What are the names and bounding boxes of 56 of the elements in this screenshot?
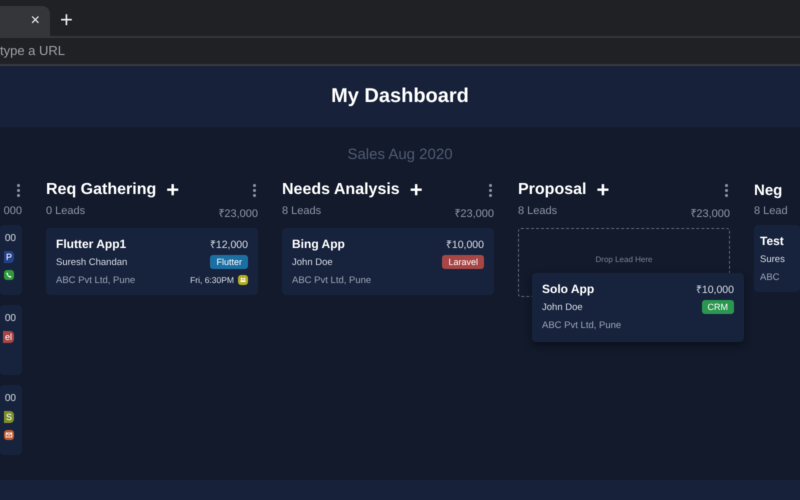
lead-count: 8 Lead bbox=[754, 205, 788, 217]
column-title: Needs Analysis bbox=[282, 181, 400, 199]
dashboard-title: My Dashboard bbox=[331, 85, 469, 108]
card-amount: 00 bbox=[4, 393, 16, 404]
card-amount: ₹10,000 bbox=[446, 238, 484, 251]
card-title: Test bbox=[760, 234, 784, 248]
lead-card[interactable]: Flutter App1 ₹12,000 Suresh Chandan Flutter ABC Pvt Ltd, Pune Fri, 6:30PM bbox=[46, 228, 258, 295]
contact-name: John Doe bbox=[292, 256, 333, 268]
dragged-card-overlay[interactable]: Solo App ₹10,000 John Doe CRM ABC Pvt Ltd, Pune bbox=[532, 273, 744, 342]
card-title: Bing App bbox=[292, 237, 345, 251]
company-name: ABC Pvt Ltd, Pune bbox=[56, 274, 136, 286]
lead-card[interactable]: 00 el bbox=[0, 305, 22, 375]
tag-badge: Flutter bbox=[210, 255, 248, 269]
contact-name: Sures bbox=[760, 254, 785, 264]
menu-icon[interactable] bbox=[487, 184, 494, 196]
column-title: Neg bbox=[754, 182, 782, 198]
address-field[interactable]: type a URL bbox=[0, 38, 800, 64]
tag-badge: P bbox=[4, 251, 14, 263]
add-button[interactable]: + bbox=[408, 179, 425, 201]
card-amount: 00 bbox=[4, 233, 16, 244]
tag-badge: el bbox=[2, 331, 14, 343]
add-button[interactable]: + bbox=[164, 179, 182, 201]
column-total: ₹23,000 bbox=[690, 207, 730, 220]
lead-card[interactable]: 00 S bbox=[0, 385, 22, 455]
card-amount: 00 bbox=[4, 313, 16, 324]
menu-icon[interactable] bbox=[723, 184, 730, 196]
card-title: Flutter App1 bbox=[56, 237, 126, 251]
browser-tab[interactable]: × bbox=[0, 6, 50, 36]
column-title: Req Gathering bbox=[46, 181, 156, 199]
lead-count: 8 Leads bbox=[518, 205, 558, 219]
contact-name: Suresh Chandan bbox=[56, 256, 128, 268]
menu-icon[interactable] bbox=[15, 184, 22, 196]
column-total: ₹23,000 bbox=[454, 207, 494, 220]
card-amount: ₹12,000 bbox=[210, 238, 248, 251]
company-name: ABC bbox=[760, 272, 780, 282]
contact-name: John Doe bbox=[542, 302, 583, 312]
lead-card[interactable]: Test Sures ABC bbox=[754, 225, 800, 292]
tag-badge: Laravel bbox=[442, 255, 484, 269]
add-button[interactable]: + bbox=[594, 179, 612, 201]
tag-badge: S bbox=[4, 411, 14, 423]
column-total: 000 bbox=[4, 205, 22, 217]
new-tab-button[interactable]: + bbox=[56, 9, 77, 31]
lead-card[interactable]: 00 P bbox=[0, 225, 22, 295]
drop-hint: Drop Lead Here bbox=[596, 255, 652, 266]
column-title: Proposal bbox=[518, 181, 586, 199]
company-name: ABC Pvt Ltd, Pune bbox=[292, 274, 372, 286]
company-name: ABC Pvt Ltd, Pune bbox=[542, 320, 622, 330]
meeting-time: Fri, 6:30PM bbox=[190, 275, 234, 285]
lead-count: 0 Leads bbox=[46, 205, 86, 219]
lead-count: 8 Leads bbox=[282, 205, 322, 219]
board-subtitle: Sales Aug 2020 bbox=[346, 146, 454, 163]
lead-card[interactable]: Bing App ₹10,000 John Doe Laravel ABC Pvt Ltd, Pune bbox=[282, 228, 494, 295]
menu-icon[interactable] bbox=[251, 184, 258, 196]
card-title: Solo App bbox=[542, 282, 594, 296]
column-total: ₹23,000 bbox=[218, 207, 258, 220]
tag-badge: CRM bbox=[702, 300, 734, 314]
